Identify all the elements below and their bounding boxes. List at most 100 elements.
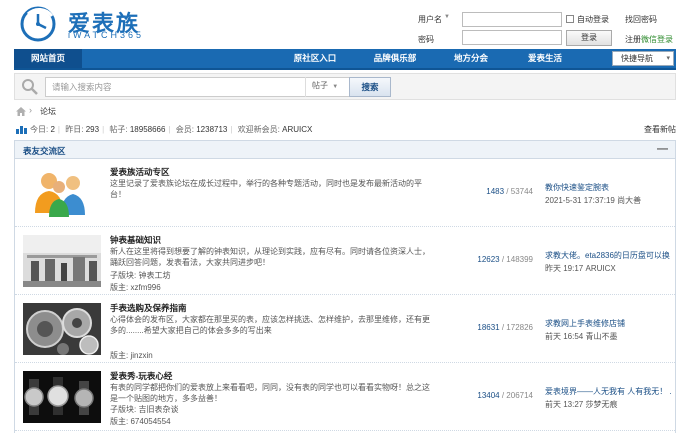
last-post: 求教大佬。eta2836的日历盘可以换 ... 昨天 19:17 ARUICX — [545, 250, 671, 274]
password-input[interactable] — [462, 30, 562, 45]
last-post-time: 昨天 19:17 — [545, 264, 584, 273]
subforum-link[interactable]: 吉旧表杂谈 — [138, 405, 178, 414]
last-post-time: 前天 16:54 — [545, 332, 584, 341]
thread-count: 13404 — [477, 391, 500, 400]
moderator: 版主: jinzxin — [110, 350, 153, 361]
last-post-user[interactable]: ARUICX — [585, 264, 615, 273]
forum-description: 心得体会的发布区，大家都在那里买的表，应该怎样挑选、怎样维护，去那里维修，还有更… — [110, 315, 430, 335]
gears-photo[interactable] — [23, 303, 101, 355]
auto-login-checkbox[interactable] — [566, 15, 574, 23]
home-icon[interactable] — [16, 107, 26, 116]
auto-login-label[interactable]: 自动登录 — [577, 14, 609, 25]
subforums: 子版块: 吉旧表杂谈 — [110, 404, 178, 415]
forum-counts: 18631 / 172826 — [477, 323, 533, 332]
last-post-time: 2021-5-31 17:37:19 — [545, 196, 615, 205]
forum-title[interactable]: 爱表族活动专区 — [110, 166, 170, 178]
chevron-down-icon: ▼ — [332, 84, 339, 90]
newest-member-label: 欢迎新会员: — [237, 125, 280, 134]
nav-old-community[interactable]: 原社区入口 — [282, 49, 348, 68]
post-count: 148399 — [506, 255, 533, 264]
login-button[interactable]: 登录 — [566, 30, 612, 46]
last-post-user[interactable]: 尚大善 — [617, 196, 641, 205]
nav-local-branch[interactable]: 地方分会 — [440, 49, 502, 68]
quick-nav-label: 快捷导航 — [621, 54, 653, 63]
subforums-label: 子版块: — [110, 405, 137, 414]
moderator-link[interactable]: xzfm996 — [130, 283, 160, 292]
thread-count: 18631 — [477, 323, 500, 332]
nav-home[interactable]: 网站首页 — [14, 49, 82, 68]
site-header: 爱表族 iWATCH365 用户名 ▼ 自动登录 找回密码 密码 登录 注册 微… — [0, 0, 690, 48]
search-icon — [22, 79, 38, 95]
view-new-posts-link[interactable]: 查看新帖 — [644, 124, 676, 135]
newest-member-link[interactable]: ARUICX — [282, 125, 312, 134]
forum-description: 有表的同学都把你们的爱表放上来看看吧，同同，没有表的同学也可以看看实物呀！总之这… — [110, 383, 430, 403]
watches-photo[interactable] — [23, 371, 101, 423]
moderator: 版主: xzfm996 — [110, 282, 161, 293]
forum-description: 这里记录了爱表族论坛在成长过程中，举行的各种专题活动，同时也是发布最新活动的平台… — [110, 179, 422, 199]
forum-stats: 今日: 2 | 昨日: 293 | 帖子: 18958666 | 会员: 123871… — [14, 124, 676, 136]
last-post-user[interactable]: 青山不墨 — [585, 332, 617, 341]
username-dropdown-icon[interactable]: ▼ — [444, 14, 450, 20]
site-logo[interactable]: 爱表族 iWATCH365 — [18, 4, 168, 42]
thread-count: 1483 — [486, 187, 505, 196]
forum-title[interactable]: 钟表基础知识 — [110, 234, 161, 246]
wechat-login-link[interactable]: 微信登录 — [641, 34, 673, 45]
forum-title[interactable]: 爱表秀-玩表心经 — [110, 370, 172, 382]
today-label: 今日: — [30, 125, 49, 134]
collapse-icon[interactable]: — — [657, 143, 668, 155]
post-count: 172826 — [506, 323, 533, 332]
login-form: 用户名 ▼ 自动登录 找回密码 密码 登录 注册 微信登录 — [414, 10, 690, 48]
people-icon[interactable] — [23, 167, 101, 219]
search-type-select[interactable]: 帖子 ▼ — [305, 77, 349, 97]
subforums: 子版块: 钟表工坊 — [110, 270, 170, 281]
search-button[interactable]: 搜索 — [349, 77, 391, 97]
forum-description: 新人在这里将得到想要了解的钟表知识，从理论到实践，应有尽有。同时请各位资深人士，… — [110, 247, 430, 267]
forum-row: 爱表族活动专区 这里记录了爱表族论坛在成长过程中，举行的各种专题活动，同时也是发… — [15, 160, 675, 227]
last-post-title[interactable]: 求教大佬。eta2836的日历盘可以换 ... — [545, 250, 671, 262]
nav-watch-life[interactable]: 爱表生活 — [514, 49, 576, 68]
posts-label: 帖子: — [109, 125, 128, 134]
last-post-title[interactable]: 爱表境界——人无我有 人有我无！ ... — [545, 386, 671, 398]
moderator-link[interactable]: 674054554 — [130, 417, 170, 426]
forum-row: 钟表基础知识 新人在这里将得到想要了解的钟表知识，从理论到实践，应有尽有。同时请… — [15, 228, 675, 295]
forum-counts: 12623 / 148399 — [477, 255, 533, 264]
moderator-label: 版主: — [110, 351, 129, 360]
forum-section: 表友交流区 — 爱表族活动专区 这里记录了爱表族论坛在成长过程中，举行的各种专题… — [14, 140, 676, 433]
stats-line: 今日: 2 | 昨日: 293 | 帖子: 18958666 | 会员: 123871… — [30, 125, 313, 134]
post-count: 53744 — [510, 187, 533, 196]
watch-workshop-photo[interactable] — [23, 235, 101, 287]
moderator-link[interactable]: jinzxin — [130, 351, 152, 360]
quick-nav-button[interactable]: 快捷导航 ▾ — [612, 51, 674, 66]
last-post: 求教网上手表维修店铺 前天 16:54 青山不墨 — [545, 318, 671, 342]
username-input[interactable] — [462, 12, 562, 27]
subforums-label: 子版块: — [110, 271, 137, 280]
subforum-link[interactable]: 钟表工坊 — [138, 271, 170, 280]
section-header: 表友交流区 — — [15, 141, 675, 159]
forum-counts: 1483 / 53744 — [486, 187, 533, 196]
forum-counts: 13404 / 206714 — [477, 391, 533, 400]
brand-name-en: iWATCH365 — [68, 30, 145, 40]
forum-title[interactable]: 手表选购及保养指南 — [110, 302, 187, 314]
username-label: 用户名 — [418, 15, 442, 24]
find-password-link[interactable]: 找回密码 — [625, 14, 657, 25]
moderator-label: 版主: — [110, 283, 129, 292]
section-title[interactable]: 表友交流区 — [23, 145, 66, 157]
breadcrumb-separator: › — [29, 105, 32, 115]
main-nav: 网站首页 原社区入口 品牌俱乐部 地方分会 爱表生活 快捷导航 ▾ — [14, 49, 676, 70]
posts-count: 18958666 — [129, 125, 166, 134]
forum-row: 爱表秀-玩表心经 有表的同学都把你们的爱表放上来看看吧，同同，没有表的同学也可以… — [15, 364, 675, 431]
search-type-label: 帖子 — [312, 81, 328, 90]
last-post-title[interactable]: 教你快速鉴定腕表 — [545, 182, 671, 194]
breadcrumb-current[interactable]: 论坛 — [40, 106, 56, 117]
watch-logo-icon — [20, 6, 56, 42]
moderator-label: 版主: — [110, 417, 129, 426]
register-link[interactable]: 注册 — [625, 34, 641, 45]
nav-brand-club[interactable]: 品牌俱乐部 — [362, 49, 428, 68]
last-post-time: 前天 13:27 — [545, 400, 584, 409]
last-post-user[interactable]: 莎梦无痕 — [585, 400, 617, 409]
yesterday-label: 昨日: — [65, 125, 84, 134]
moderator: 版主: 674054554 — [110, 416, 171, 427]
last-post-title[interactable]: 求教网上手表维修店铺 — [545, 318, 671, 330]
search-bar: 请输入搜索内容 帖子 ▼ 搜索 — [14, 73, 676, 100]
password-label: 密码 — [418, 35, 434, 44]
